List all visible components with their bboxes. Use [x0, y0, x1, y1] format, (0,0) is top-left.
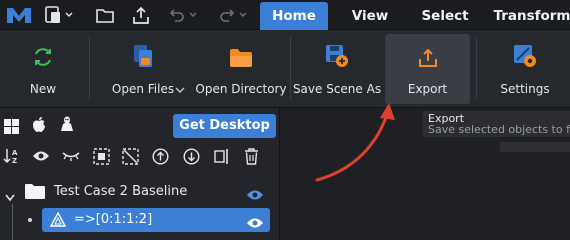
annotation-arrow-icon	[315, 103, 395, 182]
